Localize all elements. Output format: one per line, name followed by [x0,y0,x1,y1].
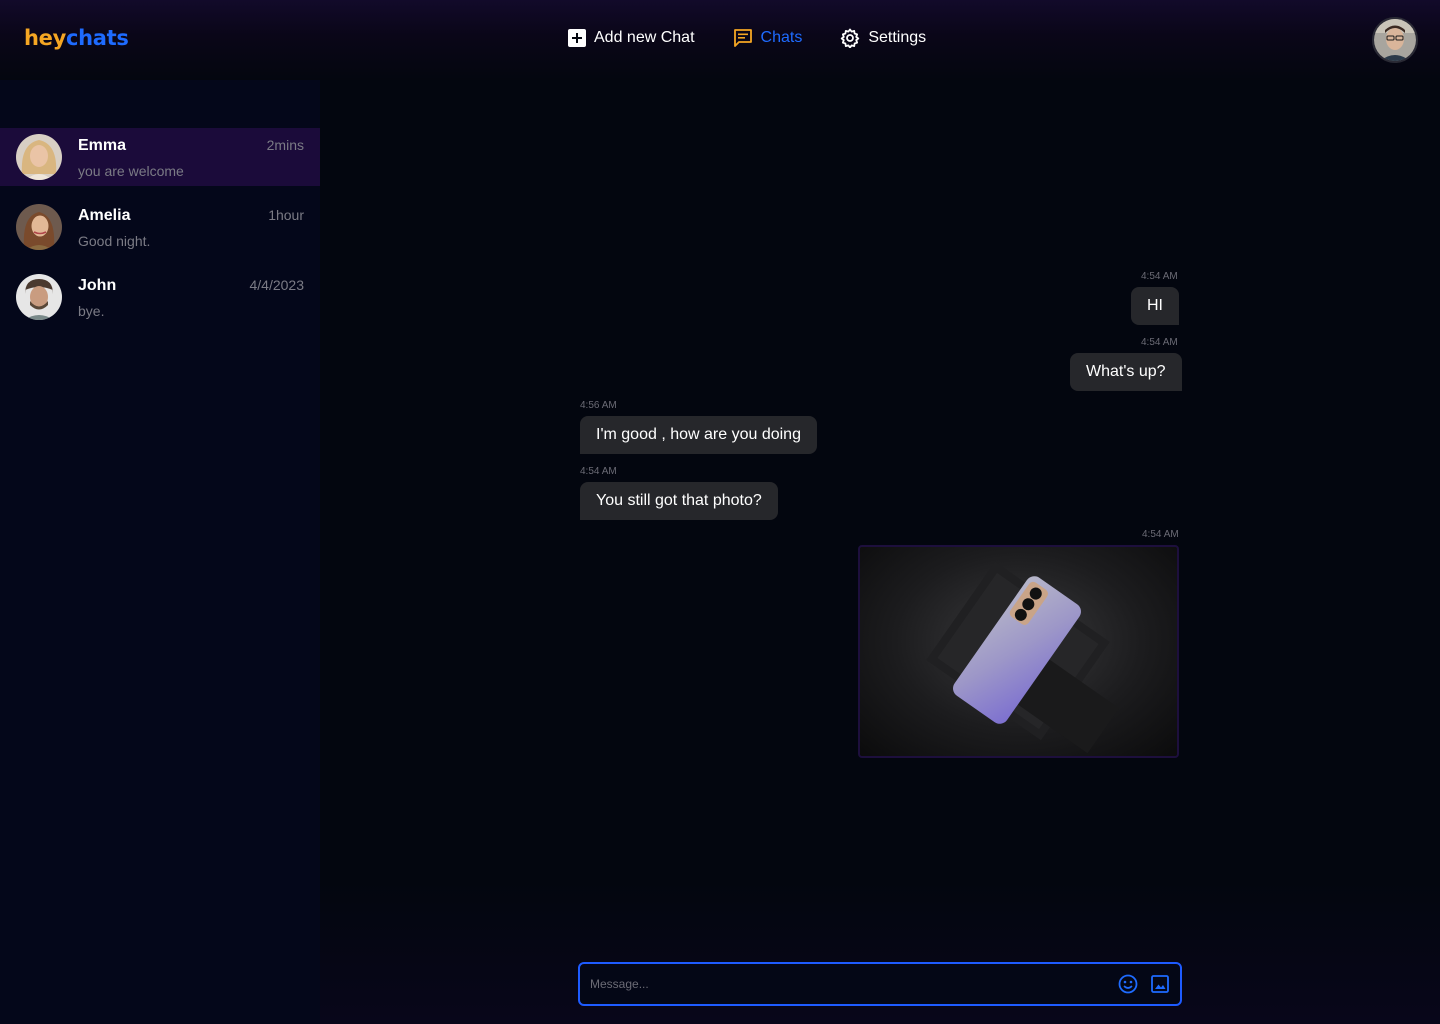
emoji-icon [1118,974,1138,994]
image-icon [1151,975,1169,993]
message-time: 4:54 AM [1141,337,1178,348]
message-bubble-incoming[interactable]: You still got that photo? [580,482,778,520]
chat-name: Amelia [78,207,131,224]
nav-add-new-chat-label: Add new Chat [594,29,695,46]
chat-item-john[interactable]: John bye. 4/4/2023 [0,268,320,326]
message-bubble-outgoing[interactable]: What's up? [1070,353,1182,391]
avatar [16,274,62,320]
chat-time: 2mins [266,137,304,153]
user-avatar-image [1374,19,1416,61]
message-bubble-outgoing[interactable]: HI [1131,287,1179,325]
message-bubble-incoming[interactable]: I'm good , how are you doing [580,416,817,454]
message-composer [578,962,1182,1006]
nav-chats-label: Chats [760,29,803,46]
chat-preview: you are welcome [78,163,184,179]
profile-avatar[interactable] [1372,17,1418,63]
avatar [16,134,62,180]
logo[interactable]: heychats [24,26,129,50]
chat-preview: Good night. [78,233,151,249]
message-time: 4:54 AM [580,466,617,477]
phone-photo-image [926,561,1120,754]
logo-hey: hey [24,26,66,50]
message-time: 4:56 AM [580,400,617,411]
message-input[interactable] [590,964,1110,1004]
chat-name: John [78,277,117,294]
chat-time: 4/4/2023 [249,277,305,293]
logo-chats: chats [65,26,129,50]
nav-settings[interactable]: Settings [840,28,926,48]
message-time: 4:54 AM [1142,529,1179,540]
chat-item-amelia[interactable]: Amelia Good night. 1hour [0,198,320,256]
message-photo[interactable] [858,545,1179,758]
chat-item-emma[interactable]: Emma you are welcome 2mins [0,128,320,186]
main-nav: Add new Chat Chats Settings [568,28,964,48]
avatar [16,204,62,250]
message-time: 4:54 AM [1141,271,1178,282]
nav-settings-label: Settings [868,29,927,46]
chat-preview: bye. [78,303,105,319]
chat-name: Emma [78,137,127,154]
nav-chats[interactable]: Chats [733,28,803,48]
chat-time: 1hour [268,207,304,223]
nav-add-new-chat[interactable]: Add new Chat [568,29,695,47]
top-bar: heychats Add new Chat Chats Settings [0,0,1440,80]
chat-list-sidebar: Emma you are welcome 2mins Amelia Good n… [0,80,320,1024]
emoji-button[interactable] [1118,974,1138,994]
chat-icon [733,29,752,47]
plus-square-icon [568,29,586,47]
attach-image-button[interactable] [1150,974,1170,994]
gear-icon [841,28,860,48]
